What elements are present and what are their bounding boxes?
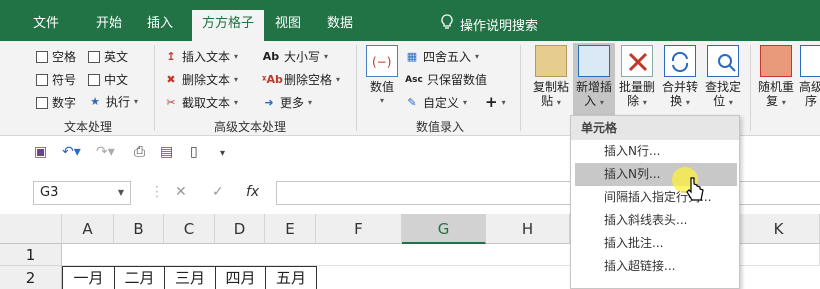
enter-formula-icon[interactable]: ✓ — [212, 184, 224, 200]
arrow-right-icon: ➜ — [264, 95, 274, 109]
row-header[interactable]: 1 — [0, 244, 62, 266]
insert-new-button[interactable]: 新增插 入 ▾ — [573, 43, 615, 115]
svg-text:(−): (−) — [372, 55, 391, 69]
month-cell[interactable]: 四月 — [215, 266, 266, 289]
dots-separator: ⋮ — [150, 184, 164, 200]
menu-item-interval-insert[interactable]: 间隔插入指定行列... — [575, 186, 737, 209]
month-cell[interactable]: 三月 — [164, 266, 216, 289]
group-divider — [750, 45, 751, 131]
tell-me-label: 操作说明搜索 — [460, 18, 539, 34]
cancel-formula-icon[interactable]: ✕ — [175, 184, 187, 200]
checkbox-chinese[interactable]: 中文 — [88, 71, 128, 88]
insert-text-button[interactable]: ↥ 插入文本 ▾ — [164, 48, 238, 65]
month-cell[interactable]: 五月 — [265, 266, 317, 289]
tab-home[interactable]: 开始 — [84, 12, 134, 41]
execute-button[interactable]: ★ 执行 ▾ — [88, 93, 138, 110]
column-header[interactable]: C — [164, 214, 215, 244]
merge-convert-icon — [664, 45, 696, 77]
case-icon: Ab — [262, 49, 280, 63]
delete-text-button[interactable]: ✖ 删除文本 ▾ — [164, 71, 238, 88]
customize-qat-icon[interactable]: ▾ — [220, 148, 225, 159]
round-button[interactable]: ▦ 四舍五入 ▾ — [405, 48, 479, 65]
row-header[interactable]: 2 — [0, 266, 62, 289]
column-header[interactable]: K — [738, 214, 820, 244]
advanced-sort-button[interactable]: 高级 序 — [798, 45, 820, 108]
find-locate-button[interactable]: 查找定 位 ▾ — [702, 45, 744, 110]
name-box[interactable]: G3 ▼ — [33, 181, 131, 205]
select-all-corner[interactable] — [0, 214, 62, 244]
tab-fangfang[interactable]: 方方格子 — [192, 10, 264, 41]
column-header[interactable]: D — [215, 214, 265, 244]
month-cell[interactable]: 二月 — [114, 266, 165, 289]
tab-view[interactable]: 视图 — [268, 12, 308, 41]
menu-item-insert-n-rows[interactable]: 插入N行... — [575, 140, 737, 163]
column-header-selected[interactable]: G — [402, 214, 486, 244]
tab-data[interactable]: 数据 — [318, 12, 362, 41]
keep-numbers-icon: Asc — [405, 74, 423, 85]
group-label-numeric: 数值录入 — [415, 120, 464, 134]
save-icon[interactable]: ▣ — [34, 144, 47, 160]
delete-text-icon: ✖ — [166, 72, 176, 86]
execute-icon: ★ — [90, 94, 100, 108]
random-repeat-icon — [760, 45, 792, 77]
insert-text-icon: ↥ — [166, 49, 176, 63]
undo-icon[interactable]: ↶▾ — [62, 144, 81, 160]
extract-text-button[interactable]: ✂ 截取文本 ▾ — [164, 94, 238, 111]
tell-me-search[interactable]: 操作说明搜索 — [440, 14, 538, 34]
checkbox-number[interactable]: 数字 — [36, 94, 76, 111]
month-cell[interactable]: 一月 — [62, 266, 115, 289]
group-divider — [520, 45, 521, 131]
copy-paste-button[interactable]: 复制粘 贴 ▾ — [530, 45, 572, 110]
column-header[interactable]: H — [486, 214, 570, 244]
group-label-text-processing: 文本处理 — [63, 120, 112, 134]
column-header[interactable]: A — [62, 214, 114, 244]
extract-text-icon: ✂ — [166, 95, 176, 109]
custom-icon: ✎ — [407, 95, 417, 109]
redo-icon[interactable]: ↷▾ — [96, 144, 115, 160]
checkbox-symbol[interactable]: 符号 — [36, 71, 76, 88]
batch-delete-icon — [621, 45, 653, 77]
group-label-advanced-text: 高级文本处理 — [213, 120, 286, 134]
save-as-icon[interactable]: ▤ — [160, 144, 173, 160]
column-header[interactable]: F — [316, 214, 402, 244]
plus-button[interactable]: + ▾ — [485, 93, 506, 111]
insert-rows-icon — [578, 45, 610, 77]
delete-space-button[interactable]: ᵡAb 删除空格 ▾ — [262, 71, 340, 88]
menu-item-diagonal-header[interactable]: 插入斜线表头... — [575, 209, 737, 232]
custom-button[interactable]: ✎ 自定义 ▾ — [405, 94, 467, 111]
batch-delete-button[interactable]: 批量删 除 ▾ — [616, 45, 658, 110]
menu-item-insert-n-columns[interactable]: 插入N列... — [575, 163, 737, 186]
more-button[interactable]: ➜ 更多 ▾ — [262, 94, 312, 111]
column-header[interactable]: B — [114, 214, 164, 244]
mouse-pointer-icon — [686, 176, 706, 207]
checkbox-english[interactable]: 英文 — [88, 48, 128, 65]
lightbulb-icon — [440, 14, 454, 34]
tab-file[interactable]: 文件 — [24, 12, 68, 41]
keep-numbers-button[interactable]: Asc 只保留数值 — [405, 71, 487, 88]
case-button[interactable]: Ab 大小写 ▾ — [262, 48, 328, 65]
tab-insert[interactable]: 插入 — [138, 12, 182, 41]
numeric-button[interactable]: (−) 数值 ▾ — [364, 45, 400, 108]
delete-space-icon: ᵡAb — [262, 72, 283, 86]
insert-function-icon[interactable]: fx — [246, 184, 259, 200]
sort-icon — [800, 45, 820, 77]
numeric-icon: (−) — [366, 45, 398, 77]
menu-item-insert-comment[interactable]: 插入批注... — [575, 232, 737, 255]
ribbon-tab-bar: 文件 开始 插入 方方格子 视图 数据 操作说明搜索 — [0, 0, 820, 41]
merge-convert-button[interactable]: 合并转 换 ▾ — [659, 45, 701, 110]
group-divider — [154, 45, 155, 131]
column-header[interactable]: E — [265, 214, 316, 244]
new-file-icon[interactable]: ▯ — [190, 144, 198, 160]
menu-section-header: 单元格 — [571, 116, 739, 140]
round-icon: ▦ — [406, 49, 418, 63]
clipboard-icon — [535, 45, 567, 77]
checkbox-space[interactable]: 空格 — [36, 48, 76, 65]
random-repeat-button[interactable]: 随机重 复 ▾ — [756, 45, 796, 110]
print-preview-icon[interactable]: ⎙ — [134, 144, 145, 160]
group-divider — [356, 45, 357, 131]
menu-item-insert-hyperlink[interactable]: 插入超链接... — [575, 255, 737, 278]
magnifier-icon — [707, 45, 739, 77]
